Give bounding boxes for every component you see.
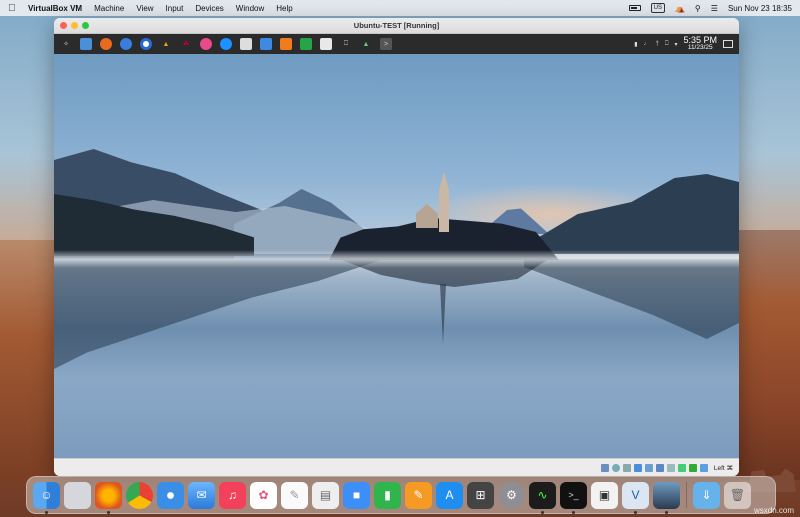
panel-clock[interactable]: 5:35 PM 11/23/25: [683, 36, 717, 52]
audio-icon[interactable]: [622, 463, 631, 472]
network-icon[interactable]: ⎕: [665, 41, 669, 48]
dock-separator: [686, 482, 687, 508]
menu-window[interactable]: Window: [236, 4, 264, 13]
guest-top-panel: ✧ ▲ ☘ ⎕ ▲ > ▮ ♩ † ⎕ ▾ 5:35 PM 11/23/25: [54, 34, 739, 54]
host-key-label[interactable]: Left ⌘: [714, 464, 733, 472]
keynote-icon[interactable]: ■: [343, 481, 370, 509]
numbers-icon[interactable]: ▮: [374, 481, 401, 509]
dock: ☺ ✉ ♫ ✿ ✎ ▤ ■ ▮ ✎ A ⊞ ⚙ ∿ >_ ▣ V ⇓ 🗑: [26, 476, 776, 514]
show-desktop-button[interactable]: [723, 40, 733, 48]
app-icon[interactable]: ☘: [180, 38, 192, 50]
calculator-icon[interactable]: ⊞: [467, 481, 494, 509]
menu-app-name[interactable]: VirtualBox VM: [28, 4, 82, 13]
preview-icon[interactable]: ▤: [312, 481, 339, 509]
presentation-icon[interactable]: [280, 38, 292, 50]
volume-icon[interactable]: ♩: [644, 41, 650, 47]
virtualbox-icon[interactable]: V: [622, 481, 649, 514]
clock-date: 11/23/25: [687, 44, 713, 52]
firefox-icon[interactable]: [100, 38, 112, 50]
panel-launchers: ✧ ▲ ☘ ⎕ ▲ >: [60, 38, 392, 50]
terminal-icon[interactable]: >_: [560, 481, 587, 514]
recording-icon[interactable]: [677, 463, 686, 472]
desktop-wallpaper-left: [0, 240, 60, 480]
system-settings-icon[interactable]: ⚙: [498, 481, 525, 509]
bluetooth-icon[interactable]: †: [656, 41, 659, 47]
search-icon[interactable]: ⚲: [695, 4, 701, 13]
pages-icon[interactable]: ✎: [405, 481, 432, 509]
activity-monitor-icon[interactable]: ∿: [529, 481, 556, 514]
files-icon[interactable]: [80, 38, 92, 50]
chromium-icon[interactable]: [140, 38, 152, 50]
downloads-folder-icon[interactable]: ⇓: [693, 481, 720, 509]
menu-help[interactable]: Help: [276, 4, 292, 13]
menu-devices[interactable]: Devices: [195, 4, 223, 13]
desktop-wallpaper-right: [736, 230, 800, 492]
mouse-integration-icon[interactable]: [699, 463, 708, 472]
input-source-badge[interactable]: US: [650, 3, 665, 13]
display-icon[interactable]: [666, 463, 675, 472]
vm-window: Ubuntu-TEST [Running] ✧ ▲ ☘ ⎕ ▲ > ▮ ♩ †: [54, 18, 739, 476]
system-monitor-icon[interactable]: ▲: [360, 38, 372, 50]
church-spire: [439, 172, 449, 232]
music-icon[interactable]: ♫: [219, 481, 246, 509]
safari-icon[interactable]: [157, 481, 184, 509]
spreadsheet-icon[interactable]: [300, 38, 312, 50]
shared-folders-icon[interactable]: [655, 463, 664, 472]
mail-icon[interactable]: ✉: [188, 481, 215, 509]
image-viewer-icon[interactable]: [240, 38, 252, 50]
control-center-icon[interactable]: ☰: [711, 4, 718, 13]
app-store-icon[interactable]: A: [436, 481, 463, 509]
browser-icon[interactable]: [220, 38, 232, 50]
network-icon[interactable]: [633, 463, 642, 472]
window-title: Ubuntu-TEST [Running]: [353, 21, 440, 30]
menubar-clock[interactable]: Sun Nov 23 18:35: [728, 4, 792, 13]
battery-icon[interactable]: [628, 5, 641, 11]
document-icon[interactable]: [320, 38, 332, 50]
guest-desktop[interactable]: [54, 54, 739, 458]
chrome-icon[interactable]: [120, 38, 132, 50]
system-tray: ▮ ♩ † ⎕ ▾ 5:35 PM 11/23/25: [634, 36, 733, 52]
lake-mist: [54, 250, 739, 268]
document-icon[interactable]: [260, 38, 272, 50]
hard-disk-icon[interactable]: [600, 463, 609, 472]
menu-input[interactable]: Input: [166, 4, 184, 13]
menu-view[interactable]: View: [136, 4, 153, 13]
launchpad-icon[interactable]: [64, 481, 91, 509]
apps-icon[interactable]: ✧: [60, 38, 72, 50]
textedit-icon[interactable]: ✎: [281, 481, 308, 509]
window-titlebar[interactable]: Ubuntu-TEST [Running]: [54, 18, 739, 34]
status-menus: US ⛺ ⚲ ☰ Sun Nov 23 18:35: [628, 3, 792, 13]
screenshot-icon[interactable]: ▣: [591, 481, 618, 509]
cpu-icon[interactable]: [688, 463, 697, 472]
vm-status-bar: Left ⌘: [54, 458, 739, 476]
vlc-icon[interactable]: ▲: [160, 38, 172, 50]
battery-icon[interactable]: ▮: [634, 41, 637, 48]
menu-machine[interactable]: Machine: [94, 4, 124, 13]
firefox-icon[interactable]: [95, 481, 122, 514]
watermark: wsxdn.com: [753, 506, 794, 515]
terminal-icon[interactable]: >: [380, 38, 392, 50]
menu-bar:  VirtualBox VM Machine View Input Devic…: [0, 0, 800, 16]
vm-window-preview-icon[interactable]: [653, 481, 680, 514]
app-icon[interactable]: [200, 38, 212, 50]
usb-icon[interactable]: [644, 463, 653, 472]
finder-icon[interactable]: ☺: [33, 481, 60, 514]
monitor-icon[interactable]: ⎕: [340, 38, 352, 50]
wifi-icon[interactable]: ⛺: [675, 4, 685, 13]
photos-icon[interactable]: ✿: [250, 481, 277, 509]
optical-drive-icon[interactable]: [611, 463, 620, 472]
apple-menu-icon[interactable]: : [8, 3, 20, 14]
chevron-down-icon[interactable]: ▾: [674, 41, 677, 48]
trash-icon[interactable]: 🗑: [724, 481, 751, 509]
chrome-icon[interactable]: [126, 481, 153, 509]
